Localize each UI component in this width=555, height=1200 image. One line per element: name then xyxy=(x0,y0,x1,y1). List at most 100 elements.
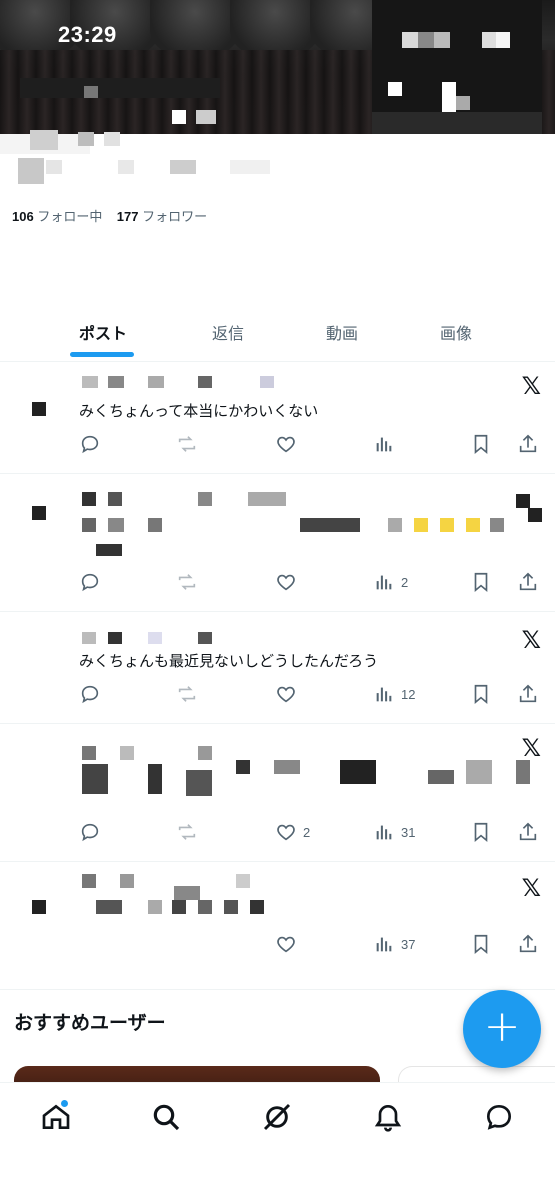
bookmark-button[interactable] xyxy=(470,820,492,844)
post-text: みくちょんって本当にかわいくない xyxy=(79,402,319,420)
followers-count[interactable]: 177 xyxy=(117,209,139,224)
repost-icon xyxy=(178,574,196,590)
follow-counts[interactable]: 106 フォロー中 177 フォロワー xyxy=(12,206,207,225)
messages-icon xyxy=(486,1104,512,1130)
post-actions xyxy=(0,432,555,456)
bookmark-button[interactable] xyxy=(470,570,492,594)
x-logo-icon: 𝕏 xyxy=(521,874,541,902)
like-button[interactable]: 2 xyxy=(275,820,310,844)
followers-label[interactable]: フォロワー xyxy=(142,209,207,224)
like-icon xyxy=(277,936,295,953)
tab-videos[interactable]: 動画 xyxy=(326,320,358,344)
reply-button[interactable] xyxy=(79,570,101,594)
post-item[interactable]: 𝕏 みくちょんも最近見ないしどうしたんだろう 12 xyxy=(0,612,555,724)
status-time: 23:29 xyxy=(58,22,117,47)
following-count[interactable]: 106 xyxy=(12,209,34,224)
reply-icon xyxy=(81,823,99,842)
post-item[interactable]: 𝕏 37 xyxy=(0,862,555,990)
post-avatar[interactable] xyxy=(32,506,46,520)
x-logo-icon: 𝕏 xyxy=(521,372,541,400)
like-button[interactable] xyxy=(275,932,297,956)
reply-button[interactable] xyxy=(79,820,101,844)
search-icon xyxy=(153,1104,180,1131)
tab-images[interactable]: 画像 xyxy=(440,320,472,344)
post-item[interactable]: 2 xyxy=(0,474,555,612)
nav-home[interactable] xyxy=(36,1097,76,1137)
share-icon xyxy=(519,934,537,953)
post-actions: 37 xyxy=(0,932,555,956)
share-icon xyxy=(519,572,537,591)
views-button[interactable]: 37 xyxy=(373,932,415,956)
views-icon xyxy=(376,437,392,452)
share-button[interactable] xyxy=(517,432,539,456)
like-button[interactable] xyxy=(275,682,297,706)
share-icon xyxy=(519,822,537,841)
share-button[interactable] xyxy=(517,820,539,844)
post-avatar[interactable] xyxy=(32,900,46,914)
plus-icon: + xyxy=(483,1001,521,1052)
post-actions: 2 xyxy=(0,570,555,594)
reply-button[interactable] xyxy=(79,432,101,456)
bookmark-button[interactable] xyxy=(470,932,492,956)
views-button[interactable]: 12 xyxy=(373,682,415,706)
like-icon xyxy=(277,824,295,841)
like-button[interactable] xyxy=(275,432,297,456)
repost-icon xyxy=(178,436,196,452)
bookmark-icon xyxy=(474,434,488,455)
views-icon xyxy=(376,687,392,702)
bookmark-icon xyxy=(474,934,488,955)
post-avatar[interactable] xyxy=(32,402,46,416)
post-actions: 12 xyxy=(0,682,555,706)
compose-button[interactable]: + xyxy=(463,990,541,1068)
share-button[interactable] xyxy=(517,932,539,956)
following-label[interactable]: フォロー中 xyxy=(37,209,102,224)
nav-search[interactable] xyxy=(146,1097,186,1137)
like-button[interactable] xyxy=(275,570,297,594)
tab-replies[interactable]: 返信 xyxy=(212,320,244,344)
bookmark-icon xyxy=(474,572,488,593)
repost-button[interactable] xyxy=(176,820,198,844)
views-count: 12 xyxy=(401,686,416,702)
like-icon xyxy=(277,686,295,703)
like-icon xyxy=(277,574,295,591)
views-icon xyxy=(376,825,392,840)
views-button[interactable]: 31 xyxy=(373,820,415,844)
views-button[interactable]: 2 xyxy=(373,570,408,594)
share-icon xyxy=(519,684,537,703)
x-logo-icon: 𝕏 xyxy=(521,734,541,762)
bell-icon xyxy=(374,1105,402,1132)
like-icon xyxy=(277,436,295,453)
nav-grok[interactable] xyxy=(257,1097,297,1137)
bottom-nav xyxy=(0,1082,555,1200)
views-icon xyxy=(376,937,392,952)
like-count: 2 xyxy=(303,824,311,840)
tab-posts[interactable]: ポスト xyxy=(79,320,127,344)
share-button[interactable] xyxy=(517,570,539,594)
reply-button[interactable] xyxy=(79,682,101,706)
share-button[interactable] xyxy=(517,682,539,706)
post-text: みくちょんも最近見ないしどうしたんだろう xyxy=(79,652,379,670)
nav-notifications[interactable] xyxy=(368,1097,408,1137)
notification-dot xyxy=(60,1099,69,1108)
repost-button[interactable] xyxy=(176,432,198,456)
recommended-users-title: おすすめユーザー xyxy=(14,1012,166,1034)
repost-button[interactable] xyxy=(176,682,198,706)
views-button[interactable] xyxy=(373,432,401,456)
post-item[interactable]: 𝕏 みくちょんって本当にかわいくない xyxy=(0,362,555,474)
bookmark-button[interactable] xyxy=(470,682,492,706)
post-item[interactable]: 𝕏 2 31 xyxy=(0,724,555,862)
bookmark-icon xyxy=(474,822,488,843)
profile-avatar[interactable] xyxy=(372,0,542,134)
repost-icon xyxy=(178,686,196,702)
bookmark-button[interactable] xyxy=(470,432,492,456)
nav-messages[interactable] xyxy=(479,1097,519,1137)
views-icon xyxy=(376,575,392,590)
views-count: 31 xyxy=(401,824,416,840)
share-icon xyxy=(519,434,537,453)
views-count: 37 xyxy=(401,936,416,952)
repost-button[interactable] xyxy=(176,570,198,594)
repost-icon xyxy=(178,824,196,840)
profile-tabs: ポスト 返信 動画 画像 xyxy=(0,312,555,362)
profile-banner: 23:29 xyxy=(0,0,555,134)
bookmark-icon xyxy=(474,684,488,705)
